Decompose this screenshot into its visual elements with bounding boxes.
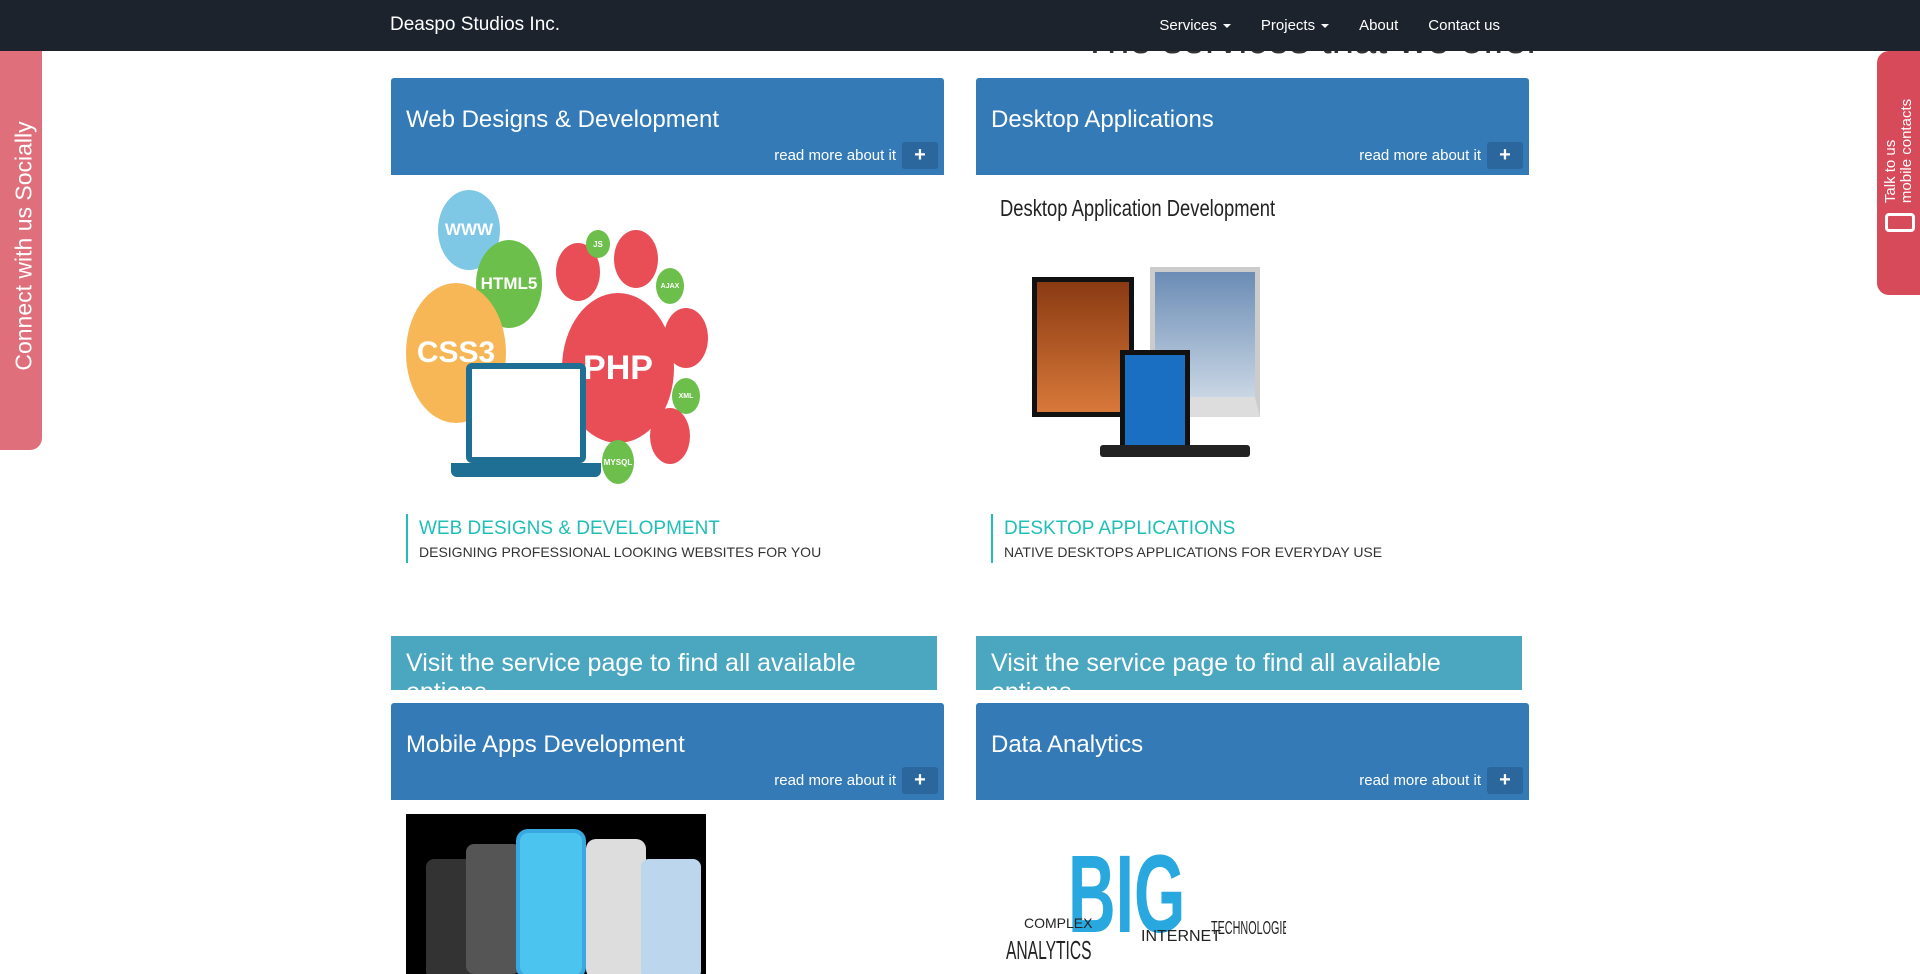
nav-about[interactable]: About [1359, 17, 1398, 34]
service-card-mobile: Mobile Apps Development read more about … [391, 703, 944, 800]
card-title: Data Analytics [991, 731, 1144, 758]
mobile-apps-image [406, 814, 706, 974]
navbar: Deaspo Studios Inc. Services Projects Ab… [0, 0, 1920, 51]
caption-subtitle: Designing professional looking websites … [419, 544, 822, 560]
data-analytics-image: BIG ANALYTICS COMPLEX INTERNET TECHNOLOG… [1006, 840, 1286, 965]
mobile-contacts-tab[interactable]: Talk to us mobile contacts [1877, 51, 1920, 295]
contacts-tab-label: Talk to us mobile contacts [1882, 98, 1915, 204]
service-caption: Web Designs & Development Designing prof… [406, 514, 821, 563]
caption-subtitle: Native desktops applications for everyda… [1004, 544, 1383, 560]
caption-title: Web Designs & Development [419, 518, 720, 539]
read-more[interactable]: read more about it + [1359, 767, 1523, 794]
caret-down-icon [1222, 24, 1231, 29]
web-design-image: WWW HTML5 CSS3 JS AJAX PHP XML MYSQL [406, 188, 708, 493]
plus-icon[interactable]: + [902, 142, 938, 169]
visit-service-button[interactable]: Visit the service page to find all avail… [391, 636, 937, 706]
read-more-link[interactable]: read more about it [1359, 772, 1481, 789]
read-more[interactable]: read more about it + [1359, 142, 1523, 169]
read-more-link[interactable]: read more about it [774, 147, 896, 164]
read-more-link[interactable]: read more about it [774, 772, 896, 789]
nav-contact[interactable]: Contact us [1428, 17, 1500, 34]
nav-projects[interactable]: Projects [1261, 17, 1330, 34]
service-card-analytics: Data Analytics read more about it + [976, 703, 1529, 800]
plus-icon[interactable]: + [902, 767, 938, 794]
mobile-phone-icon [1885, 213, 1915, 232]
nav-menu: Services Projects About Contact us [1159, 17, 1500, 34]
caption-title: Desktop Applications [1004, 518, 1236, 539]
nav-services[interactable]: Services [1159, 17, 1231, 34]
card-title: Web Designs & Development [406, 106, 720, 133]
social-tab-label: Connect with us Socially [10, 121, 37, 371]
read-more[interactable]: read more about it + [774, 142, 938, 169]
read-more-link[interactable]: read more about it [1359, 147, 1481, 164]
social-tab[interactable]: Connect with us Socially [0, 51, 42, 450]
card-title: Desktop Applications [991, 106, 1214, 133]
read-more[interactable]: read more about it + [774, 767, 938, 794]
brand-link[interactable]: Deaspo Studios Inc. [390, 14, 560, 36]
caret-down-icon [1321, 24, 1330, 29]
plus-icon[interactable]: + [1487, 767, 1523, 794]
service-card-web: Web Designs & Development read more abou… [391, 78, 944, 175]
card-title: Mobile Apps Development [406, 731, 685, 758]
service-card-desktop: Desktop Applications read more about it + [976, 78, 1529, 175]
service-caption: Desktop Applications Native desktops app… [991, 514, 1382, 563]
plus-icon[interactable]: + [1487, 142, 1523, 169]
visit-service-button[interactable]: Visit the service page to find all avail… [976, 636, 1522, 706]
desktop-apps-image: Desktop Application Development [1000, 195, 1290, 470]
